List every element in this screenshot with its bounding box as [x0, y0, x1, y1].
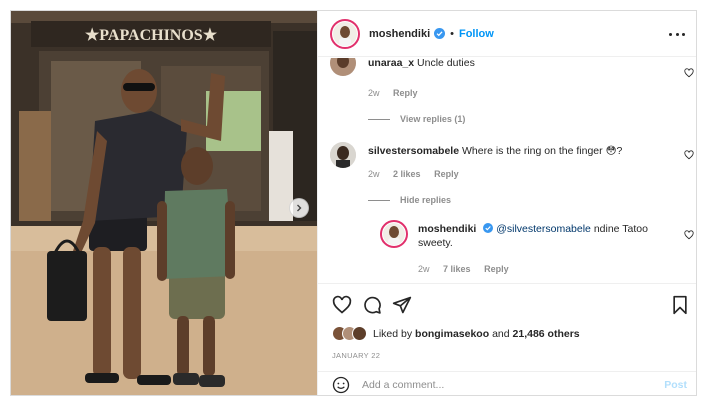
view-replies-button[interactable]: View replies (1)	[368, 114, 465, 124]
comment-content: Where is the ring on the finger	[461, 145, 603, 157]
post-comment-button[interactable]: Post	[664, 379, 687, 391]
likes-summary: Liked by bongimasekoo and 21,486 others	[373, 328, 580, 340]
more-options-icon[interactable]	[669, 28, 685, 40]
comment-meta: 2w 2 likes Reply	[368, 169, 470, 179]
header-separator: •	[450, 27, 454, 40]
add-comment-bar: Post	[318, 371, 696, 395]
reply-button[interactable]: Reply	[484, 264, 509, 274]
reply-age: 2w	[418, 264, 430, 274]
post-photo-image: ★PAPACHINOS★	[11, 11, 317, 395]
author-avatar[interactable]	[330, 18, 360, 49]
comment-text: unaraa_x Uncle duties	[368, 58, 475, 70]
follow-button[interactable]: Follow	[459, 28, 494, 40]
reply-author-avatar[interactable]	[380, 220, 408, 248]
emoji-icon[interactable]	[332, 376, 350, 394]
comment-text: silvestersomabele Where is the ring on t…	[368, 144, 622, 158]
reply-mention-link[interactable]: @silvestersomabele	[496, 223, 591, 235]
comment-like-heart-icon[interactable]	[684, 68, 694, 78]
comment-age: 2w	[368, 88, 380, 98]
instagram-post-modal: ★PAPACHINOS★ moshendiki • Follow unaraa_…	[10, 10, 697, 396]
liked-by-others[interactable]: 21,486 others	[513, 328, 580, 340]
commenter-avatar[interactable]	[330, 58, 356, 76]
post-date[interactable]: JANUARY 22	[332, 351, 380, 360]
comment-age: 2w	[368, 169, 380, 179]
reply-username[interactable]: moshendiki	[418, 223, 476, 235]
comment-likes-count[interactable]: 2 likes	[393, 169, 421, 179]
heart-icon[interactable]	[332, 295, 352, 315]
reply-button[interactable]: Reply	[393, 88, 418, 98]
author-username[interactable]: moshendiki	[369, 28, 430, 40]
post-photo[interactable]: ★PAPACHINOS★	[11, 11, 317, 395]
verified-badge-icon	[483, 223, 494, 233]
commenter-avatar[interactable]	[330, 142, 356, 168]
commenter-username[interactable]: unaraa_x	[368, 58, 414, 69]
liked-by-row: Liked by bongimasekoo and 21,486 others	[332, 326, 580, 341]
comment-content: Uncle duties	[417, 58, 475, 69]
post-header: moshendiki • Follow	[318, 11, 696, 57]
next-photo-button[interactable]	[289, 198, 309, 218]
reply-likes-count[interactable]: 7 likes	[443, 264, 471, 274]
comment-emoji: 😳?	[605, 145, 623, 157]
bookmark-icon[interactable]	[670, 295, 690, 315]
liker-avatar[interactable]	[352, 326, 367, 341]
verified-badge-icon	[434, 28, 446, 39]
reply-like-heart-icon[interactable]	[684, 230, 694, 240]
reply-text: moshendiki @silvestersomabele ndine Tato…	[418, 222, 663, 250]
reply-meta: 2w 7 likes Reply	[418, 264, 520, 274]
chevron-right-icon	[297, 204, 302, 212]
reply-button[interactable]: Reply	[434, 169, 459, 179]
liked-by-user[interactable]: bongimasekoo	[415, 328, 489, 340]
send-icon[interactable]	[392, 295, 412, 315]
add-comment-input[interactable]	[362, 378, 642, 391]
post-actions: Liked by bongimasekoo and 21,486 others …	[318, 283, 696, 379]
comment-meta: 2w Reply	[368, 88, 429, 98]
comment-like-heart-icon[interactable]	[684, 150, 694, 160]
post-side-panel: moshendiki • Follow unaraa_x Uncle dutie…	[317, 11, 696, 395]
comments-list: unaraa_x Uncle duties 2w Reply View repl…	[318, 58, 696, 283]
commenter-username[interactable]: silvestersomabele	[368, 145, 459, 157]
liked-by-prefix: Liked by	[373, 327, 413, 340]
storefront-sign: ★PAPACHINOS★	[85, 27, 218, 44]
comment-icon[interactable]	[362, 295, 382, 315]
liked-by-and: and	[492, 327, 510, 340]
hide-replies-button[interactable]: Hide replies	[368, 195, 451, 205]
